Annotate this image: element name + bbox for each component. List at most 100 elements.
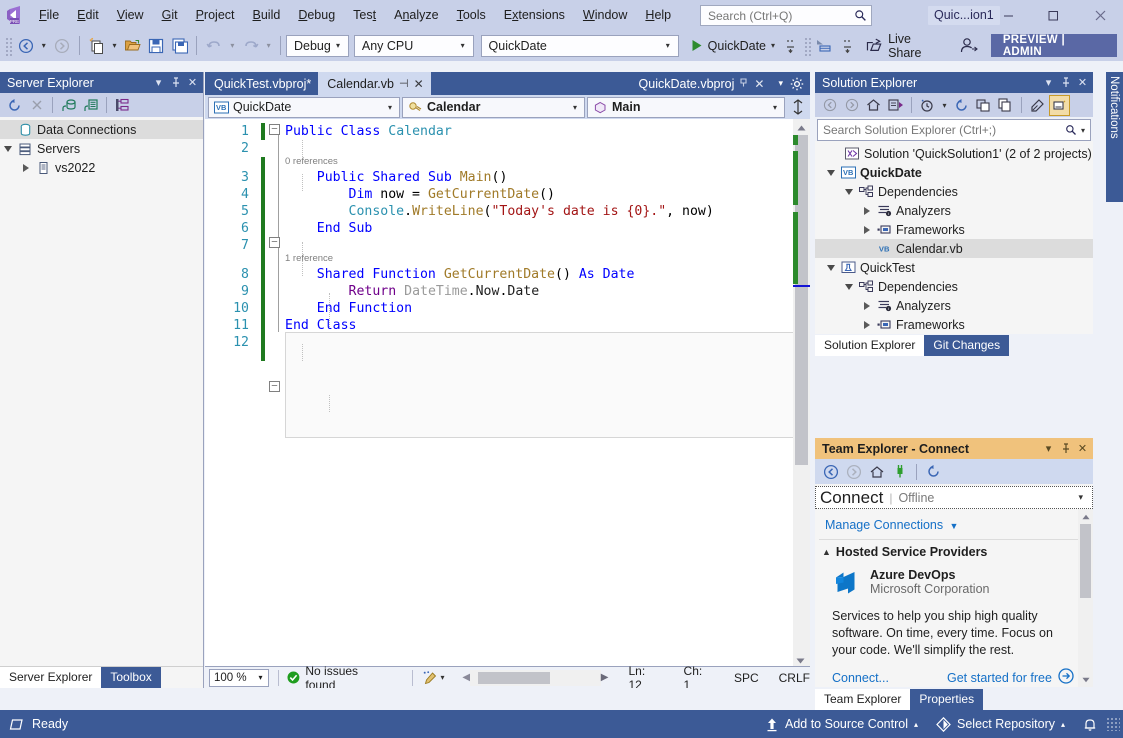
- menu-test[interactable]: Test: [344, 4, 385, 26]
- scroll-up-arrow-icon[interactable]: [796, 123, 807, 132]
- chevron-down-icon[interactable]: ▼: [946, 521, 958, 531]
- solution-explorer-search-input[interactable]: Search Solution Explorer (Ctrl+;): [823, 123, 1065, 137]
- close-icon[interactable]: ✕: [1074, 439, 1091, 458]
- panel-tab-team-explorer[interactable]: Team Explorer: [815, 689, 910, 710]
- toolbar-grip-2[interactable]: [803, 36, 813, 56]
- code-editor[interactable]: – – – 1Public Class Calendar23 Public Sh…: [205, 119, 810, 666]
- tree-item-project-quicktest[interactable]: QuickTest: [815, 258, 1093, 277]
- connect-to-database-button[interactable]: [58, 95, 79, 116]
- scrollbar-thumb[interactable]: [478, 672, 550, 684]
- codelens-references[interactable]: 0 references: [285, 156, 338, 168]
- editor-horizontal-scrollbar[interactable]: [470, 670, 601, 686]
- code-line[interactable]: 9 Return DateTime.Now.Date: [205, 283, 810, 300]
- editor-tab-calendar-vb[interactable]: Calendar.vb ⊣ ✕: [318, 72, 430, 95]
- expander-right-icon[interactable]: [859, 221, 875, 238]
- back-button[interactable]: [820, 461, 841, 482]
- team-explorer-scrollbar[interactable]: [1078, 509, 1093, 687]
- navigate-backward-dropdown[interactable]: ▾: [37, 34, 50, 58]
- code-line[interactable]: 7: [205, 237, 810, 254]
- expander-right-icon[interactable]: [859, 202, 875, 219]
- hscroll-left-arrow-icon[interactable]: ◀: [462, 672, 470, 683]
- code-line-text[interactable]: Public Shared Sub Main(): [285, 169, 507, 186]
- account-manager-button[interactable]: [954, 34, 983, 58]
- provider-connect-link[interactable]: Connect...: [832, 671, 889, 685]
- select-repository-button[interactable]: Select Repository ▴: [927, 710, 1074, 738]
- tree-item-calendar-vb[interactable]: VB Calendar.vb: [815, 239, 1093, 258]
- code-line-text[interactable]: End Class: [285, 317, 356, 334]
- expander-down-icon[interactable]: [0, 140, 16, 157]
- code-cleanup-button[interactable]: ▾: [422, 670, 445, 686]
- panel-menu-icon[interactable]: ▾: [150, 73, 167, 92]
- startup-project-combo[interactable]: QuickDate ▾: [481, 35, 679, 57]
- menu-analyze[interactable]: Analyze: [385, 4, 447, 26]
- home-button[interactable]: [863, 95, 884, 116]
- code-line[interactable]: 12: [205, 334, 810, 351]
- tree-item-frameworks[interactable]: Frameworks: [815, 220, 1093, 239]
- expander-down-icon[interactable]: ▲: [822, 547, 831, 557]
- solution-configuration-combo[interactable]: Debug ▾: [286, 35, 349, 57]
- tree-item-data-connections[interactable]: Data Connections: [0, 120, 203, 139]
- editor-vertical-scrollbar[interactable]: [793, 119, 810, 666]
- panel-menu-icon[interactable]: ▾: [1040, 439, 1057, 458]
- scroll-down-arrow-icon[interactable]: [1082, 672, 1090, 687]
- code-line[interactable]: 11End Class: [205, 317, 810, 334]
- scrollbar-thumb[interactable]: [1080, 524, 1091, 598]
- pin-icon[interactable]: [1057, 73, 1074, 92]
- search-options-dropdown-icon[interactable]: ▾: [1077, 126, 1088, 135]
- home-button[interactable]: [866, 461, 887, 482]
- pin-icon[interactable]: [1057, 439, 1074, 458]
- object-hierarchy-button[interactable]: [112, 95, 133, 116]
- gear-icon[interactable]: [790, 77, 810, 91]
- save-all-button[interactable]: [168, 34, 192, 58]
- code-line[interactable]: 8 Shared Function GetCurrentDate() As Da…: [205, 266, 810, 283]
- panel-tab-solution-explorer[interactable]: Solution Explorer: [815, 335, 924, 356]
- tree-item-analyzers[interactable]: i Analyzers: [815, 296, 1093, 315]
- menu-view[interactable]: View: [108, 4, 153, 26]
- open-file-button[interactable]: [121, 34, 145, 58]
- indentation-indicator[interactable]: SPC: [734, 671, 759, 685]
- notifications-vertical-tab[interactable]: Notifications: [1106, 72, 1123, 202]
- code-line-text[interactable]: Public Class Calendar: [285, 123, 452, 140]
- menu-file[interactable]: File: [30, 4, 68, 26]
- panel-tab-git-changes[interactable]: Git Changes: [924, 335, 1009, 356]
- resize-grip[interactable]: [1106, 717, 1120, 731]
- code-line-text[interactable]: Console.WriteLine("Today's date is {0}."…: [285, 203, 714, 220]
- minimize-button[interactable]: [986, 0, 1031, 30]
- pin-icon[interactable]: ⊣: [399, 77, 409, 90]
- filter-dropdown-icon[interactable]: ▾: [939, 95, 950, 116]
- notifications-bell-button[interactable]: [1074, 710, 1106, 738]
- collapse-region-getcurrentdate[interactable]: –: [269, 381, 280, 392]
- maximize-button[interactable]: [1031, 0, 1076, 30]
- tree-item-dependencies[interactable]: Dependencies: [815, 182, 1093, 201]
- zoom-level-combo[interactable]: 100 % ▾: [209, 669, 269, 687]
- horizontal-split-button[interactable]: [812, 34, 836, 58]
- menu-extensions[interactable]: Extensions: [495, 4, 574, 26]
- global-search-input[interactable]: Search (Ctrl+Q): [708, 9, 854, 23]
- code-line-text[interactable]: Dim now = GetCurrentDate(): [285, 186, 555, 203]
- global-search-box[interactable]: Search (Ctrl+Q): [700, 5, 872, 26]
- chevron-down-icon[interactable]: ▾: [1071, 492, 1090, 503]
- expander-down-icon[interactable]: [841, 278, 857, 295]
- solution-platform-combo[interactable]: Any CPU ▾: [354, 35, 474, 57]
- panel-menu-icon[interactable]: ▾: [1040, 73, 1057, 92]
- arrow-right-circle-icon[interactable]: [1052, 668, 1074, 687]
- tree-item-dependencies[interactable]: Dependencies: [815, 277, 1093, 296]
- menu-window[interactable]: Window: [574, 4, 636, 26]
- tree-item-analyzers[interactable]: i Analyzers: [815, 201, 1093, 220]
- panel-tab-server-explorer[interactable]: Server Explorer: [0, 667, 101, 688]
- line-ending-indicator[interactable]: CRLF: [779, 671, 810, 685]
- panel-tab-properties[interactable]: Properties: [910, 689, 983, 710]
- close-button[interactable]: [1078, 0, 1123, 30]
- expander-down-icon[interactable]: [823, 164, 839, 181]
- new-project-button[interactable]: [85, 34, 109, 58]
- show-all-files-button[interactable]: [995, 95, 1016, 116]
- preview-selected-items-button[interactable]: [1049, 95, 1070, 116]
- solution-view-button[interactable]: [885, 95, 906, 116]
- connect-header[interactable]: Connect | Offline ▾: [815, 486, 1093, 509]
- properties-button[interactable]: [1027, 95, 1048, 116]
- code-line[interactable]: 4 Dim now = GetCurrentDate(): [205, 186, 810, 203]
- tab-list-dropdown-icon[interactable]: ▾: [771, 78, 790, 89]
- scroll-down-arrow-icon[interactable]: [796, 653, 807, 662]
- navbar-member-combo[interactable]: Main ▾: [587, 97, 785, 118]
- new-project-dropdown[interactable]: ▾: [108, 34, 121, 58]
